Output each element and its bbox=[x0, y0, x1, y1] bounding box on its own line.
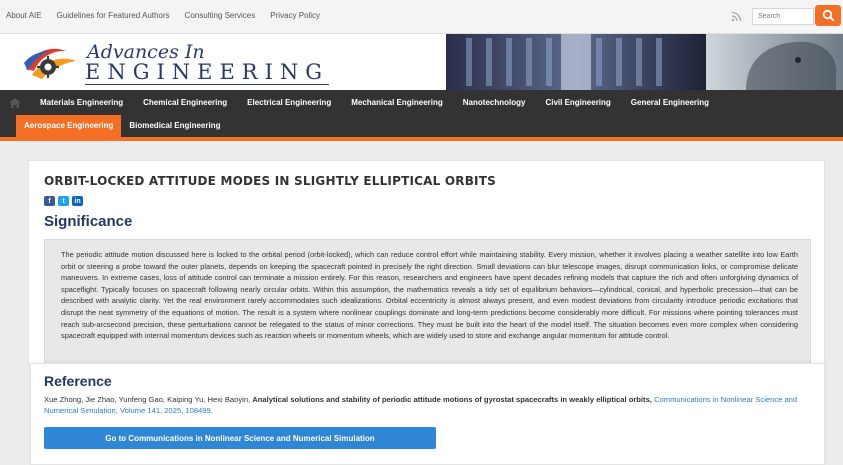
search-input[interactable] bbox=[752, 8, 814, 25]
nav-accent-stripe bbox=[0, 137, 843, 141]
linkedin-share-icon[interactable]: in bbox=[72, 196, 83, 206]
nav-row-2: Aerospace Engineering Biomedical Enginee… bbox=[0, 115, 229, 137]
article-title: ORBIT-LOCKED ATTITUDE MODES IN SLIGHTLY … bbox=[44, 174, 496, 188]
top-link-consulting[interactable]: Consulting Services bbox=[185, 11, 256, 20]
reference-citation: Xue Zhong, Jie Zhao, Yunfeng Gao, Kaipin… bbox=[44, 394, 814, 416]
reference-card: Reference Xue Zhong, Jie Zhao, Yunfeng G… bbox=[30, 363, 825, 465]
significance-box: The periodic attitude motion discussed h… bbox=[44, 239, 811, 367]
nav-chemical-engineering[interactable]: Chemical Engineering bbox=[133, 90, 237, 115]
article-card: ORBIT-LOCKED ATTITUDE MODES IN SLIGHTLY … bbox=[28, 160, 825, 367]
nav-row-1: Materials Engineering Chemical Engineeri… bbox=[0, 90, 719, 115]
nav-biomedical-engineering[interactable]: Biomedical Engineering bbox=[121, 115, 228, 137]
nav-mechanical-engineering[interactable]: Mechanical Engineering bbox=[341, 90, 453, 115]
reference-authors: Xue Zhong, Jie Zhao, Yunfeng Gao, Kaipin… bbox=[44, 395, 251, 404]
search-icon bbox=[822, 9, 835, 22]
logo-text-bottom: ENGINEERING bbox=[85, 60, 330, 85]
top-link-guidelines[interactable]: Guidelines for Featured Authors bbox=[57, 11, 170, 20]
rss-icon[interactable] bbox=[731, 10, 743, 22]
top-link-privacy[interactable]: Privacy Policy bbox=[270, 11, 320, 20]
nav-materials-engineering[interactable]: Materials Engineering bbox=[30, 90, 133, 115]
nav-electrical-engineering[interactable]: Electrical Engineering bbox=[237, 90, 341, 115]
logo-mark[interactable] bbox=[22, 41, 80, 85]
site-header: Advances In ENGINEERING bbox=[0, 34, 843, 90]
reference-heading: Reference bbox=[44, 373, 112, 389]
top-links: About AIE Guidelines for Featured Author… bbox=[6, 11, 320, 20]
reference-paper-title: Analytical solutions and stability of pe… bbox=[252, 395, 652, 404]
nav-general-engineering[interactable]: General Engineering bbox=[621, 90, 719, 115]
twitter-share-icon[interactable]: t bbox=[58, 196, 69, 206]
top-link-about[interactable]: About AIE bbox=[6, 11, 42, 20]
top-bar: About AIE Guidelines for Featured Author… bbox=[0, 0, 843, 34]
search-button[interactable] bbox=[815, 5, 841, 26]
share-buttons: f t in bbox=[44, 196, 83, 206]
nav-civil-engineering[interactable]: Civil Engineering bbox=[535, 90, 620, 115]
home-icon[interactable] bbox=[0, 90, 30, 115]
facebook-share-icon[interactable]: f bbox=[44, 196, 55, 206]
significance-heading: Significance bbox=[44, 213, 133, 230]
nav-aerospace-engineering[interactable]: Aerospace Engineering bbox=[16, 115, 122, 137]
main-nav: Materials Engineering Chemical Engineeri… bbox=[0, 90, 843, 137]
journal-link-button[interactable]: Go to Communications in Nonlinear Scienc… bbox=[44, 427, 436, 449]
nav-nanotechnology[interactable]: Nanotechnology bbox=[453, 90, 536, 115]
significance-text: The periodic attitude motion discussed h… bbox=[61, 250, 798, 341]
header-banner-image bbox=[446, 34, 843, 90]
